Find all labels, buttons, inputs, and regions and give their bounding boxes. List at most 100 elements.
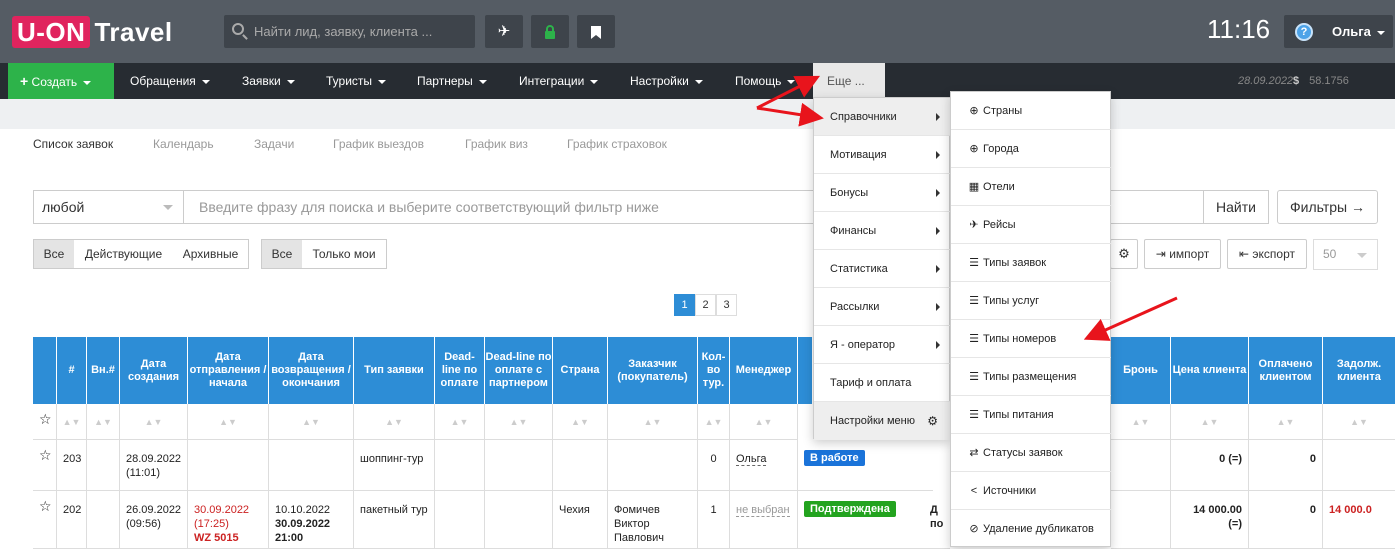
nav-item-requests[interactable]: Обращения [130,63,210,99]
sort-icon[interactable]: ▲▼ [1111,404,1171,440]
col-created[interactable]: Дата создания [120,337,188,404]
sort-icon[interactable]: ▲▼ [1323,404,1395,440]
find-button[interactable]: Найти [1203,190,1269,224]
filter-all-owners[interactable]: Все [261,239,303,269]
menu-item-statistics[interactable]: Статистика [814,250,950,288]
col-customer[interactable]: Заказчик (покупатель) [608,337,698,404]
per-page-select[interactable]: 50 [1313,239,1378,270]
tab-departures[interactable]: График выездов [333,129,424,159]
col-type[interactable]: Тип заявки [354,337,435,404]
filter-active[interactable]: Действующие [74,239,174,269]
menu-item-tariff[interactable]: Тариф и оплата [814,364,950,402]
menu-item-finance[interactable]: Финансы [814,212,950,250]
global-search-input[interactable]: Найти лид, заявку, клиента ... [224,15,475,48]
sort-icon[interactable]: ▲▼ [1249,404,1323,440]
col-deadline[interactable]: Dead-line по оплате [435,337,485,404]
sort-icon[interactable]: ▲▼ [120,404,188,440]
nav-item-partners[interactable]: Партнеры [417,63,487,99]
submenu-item-accommodation-types[interactable]: ☰ Типы размещения [951,358,1111,396]
sort-icon[interactable]: ▲▼ [1171,404,1249,440]
lock-button[interactable] [531,15,569,48]
nav-item-integrations[interactable]: Интеграции [519,63,599,99]
nav-item-settings[interactable]: Настройки [630,63,703,99]
col-num[interactable]: # [57,337,87,404]
row-customer[interactable]: Фомичев Виктор Павлович [608,491,698,549]
search-scope-select[interactable]: любой [33,190,184,224]
table-row[interactable]: ☆ 203 28.09.2022 (11:01) шоппинг-тур 0 Ол… [33,440,1395,491]
col-return[interactable]: Дата возвращения / окончания [269,337,354,404]
sort-icon[interactable]: ▲▼ [698,404,730,440]
submenu-item-order-statuses[interactable]: ⇄ Статусы заявок [951,434,1111,472]
bookmark-button[interactable] [577,15,615,48]
tab-tasks[interactable]: Задачи [254,129,294,159]
phrase-search-input-tail[interactable] [1110,190,1204,224]
menu-item-motivation[interactable]: Мотивация [814,136,950,174]
submenu-item-countries[interactable]: ⊕ Страны [951,92,1111,130]
star-icon[interactable]: ☆ [33,491,57,549]
col-internal-num[interactable]: Вн.# [87,337,120,404]
flights-button[interactable]: ✈ [485,15,523,48]
tab-insurance[interactable]: График страховок [567,129,667,159]
sort-icon[interactable]: ▲▼ [188,404,269,440]
sort-icon[interactable]: ▲▼ [354,404,435,440]
sort-icon[interactable]: ▲▼ [730,404,798,440]
submenu-item-service-types[interactable]: ☰ Типы услуг [951,282,1111,320]
submenu-item-flights[interactable]: ✈ Рейсы [951,206,1111,244]
import-button[interactable]: ⇥ импорт [1144,239,1221,269]
filter-all[interactable]: Все [33,239,75,269]
submenu-item-hotels[interactable]: ▦ Отели [951,168,1111,206]
page-2[interactable]: 2 [695,294,716,316]
page-3[interactable]: 3 [716,294,737,316]
sort-icon[interactable]: ▲▼ [485,404,553,440]
col-country[interactable]: Страна [553,337,608,404]
submenu-item-cities[interactable]: ⊕ Города [951,130,1111,168]
sort-icon[interactable]: ▲▼ [269,404,354,440]
menu-item-mailings[interactable]: Рассылки [814,288,950,326]
submenu-item-room-types[interactable]: ☰ Типы номеров [951,320,1111,358]
row-manager[interactable]: не выбран [730,491,798,549]
row-manager[interactable]: Ольга [730,440,798,491]
nav-item-more[interactable]: Еще ... [813,63,885,99]
sort-icon[interactable]: ▲▼ [87,404,120,440]
menu-item-menu-settings[interactable]: Настройки меню ⚙ [814,402,950,440]
filter-only-mine[interactable]: Только мои [302,239,387,269]
tab-visas[interactable]: График виз [465,129,528,159]
menu-item-references[interactable]: Справочники [814,98,950,136]
col-status[interactable] [798,337,813,404]
phrase-search-input[interactable]: Введите фразу для поиска и выберите соот… [183,190,815,224]
logo[interactable]: U-ON Travel [12,16,173,48]
submenu-item-meal-types[interactable]: ☰ Типы питания [951,396,1111,434]
export-button[interactable]: ⇤ экспорт [1227,239,1307,269]
filters-button[interactable]: Фильтры → [1277,190,1378,224]
table-row[interactable]: ☆ 202 26.09.2022 (09:56) 30.09.2022 (17:25… [33,491,1395,549]
menu-item-operator[interactable]: Я - оператор [814,326,950,364]
sort-icon[interactable]: ▲▼ [435,404,485,440]
status-badge[interactable]: В работе [804,450,865,466]
col-booking[interactable]: Бронь [1111,337,1171,404]
col-manager[interactable]: Менеджер [730,337,798,404]
sort-icon[interactable]: ▲▼ [57,404,87,440]
tab-order-list[interactable]: Список заявок [13,129,134,159]
col-client-price[interactable]: Цена клиента [1171,337,1249,404]
tab-calendar[interactable]: Календарь [153,129,214,159]
row-status[interactable]: Подтверждена [798,491,933,549]
filter-archived[interactable]: Архивные [173,239,249,269]
row-num[interactable]: 203 [57,440,87,491]
star-all-icon[interactable]: ☆ [33,404,57,440]
submenu-item-order-types[interactable]: ☰ Типы заявок [951,244,1111,282]
col-tourist-count[interactable]: Кол-во тур. [698,337,730,404]
submenu-item-remove-duplicates[interactable]: ⊘ Удаление дубликатов [951,510,1111,548]
col-client-paid[interactable]: Оплачено клиентом [1249,337,1323,404]
col-client-debt[interactable]: Задолж. клиента [1323,337,1395,404]
nav-item-tourists[interactable]: Туристы [326,63,387,99]
settings-button[interactable]: ⚙ [1110,239,1138,269]
sort-icon[interactable]: ▲▼ [608,404,698,440]
user-menu-button[interactable]: ? Ольга [1284,15,1393,48]
manager-link[interactable]: Ольга [736,453,767,466]
create-button[interactable]: + Создать [8,63,114,99]
menu-item-bonuses[interactable]: Бонусы [814,174,950,212]
row-num[interactable]: 202 [57,491,87,549]
row-status[interactable]: В работе [798,440,933,491]
nav-item-orders[interactable]: Заявки [242,63,295,99]
submenu-item-sources[interactable]: < Источники [951,472,1111,510]
